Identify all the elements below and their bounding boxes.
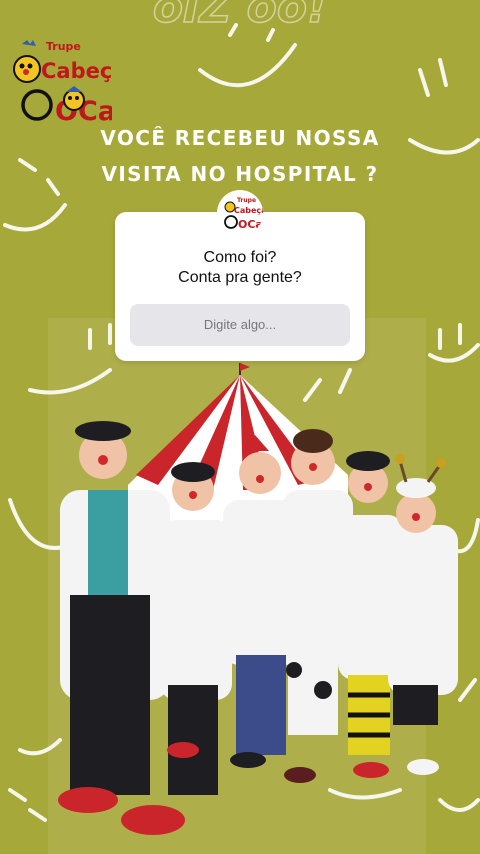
answer-input[interactable]: Digite algo... bbox=[130, 304, 350, 346]
svg-text:oIZ oo!: oIZ oo! bbox=[153, 0, 327, 33]
svg-text:OCa: OCa bbox=[238, 218, 263, 231]
clown-group-photo bbox=[58, 363, 458, 835]
question-line-1: Como foi? bbox=[203, 249, 277, 266]
svg-text:Trupe: Trupe bbox=[237, 197, 256, 204]
svg-text:Trupe: Trupe bbox=[46, 40, 81, 53]
headline-line-2: VISITA NO HOSPITAL ? bbox=[101, 162, 379, 186]
profile-avatar: Trupe Cabeça OCa bbox=[217, 190, 263, 236]
question-line-2: Conta pra gente? bbox=[178, 269, 302, 286]
story-page: oIZ oo! Trupe Cabeça OCa VOCÊ RECEBEU NO… bbox=[0, 0, 480, 854]
svg-text:Cabeça: Cabeça bbox=[234, 206, 263, 215]
headline-line-1: VOCÊ RECEBEU NOSSA bbox=[100, 126, 380, 150]
headline: VOCÊ RECEBEU NOSSA VISITA NO HOSPITAL ? bbox=[0, 120, 480, 192]
question-sticker[interactable]: Trupe Cabeça OCa Como foi? Conta pra gen… bbox=[115, 190, 365, 361]
svg-text:Cabeça: Cabeça bbox=[41, 59, 112, 83]
question-prompt: Como foi? Conta pra gente? bbox=[115, 248, 365, 288]
clown-person-6 bbox=[388, 454, 458, 775]
trupe-cabeca-oca-logo: Trupe Cabeça OCa bbox=[13, 40, 112, 126]
